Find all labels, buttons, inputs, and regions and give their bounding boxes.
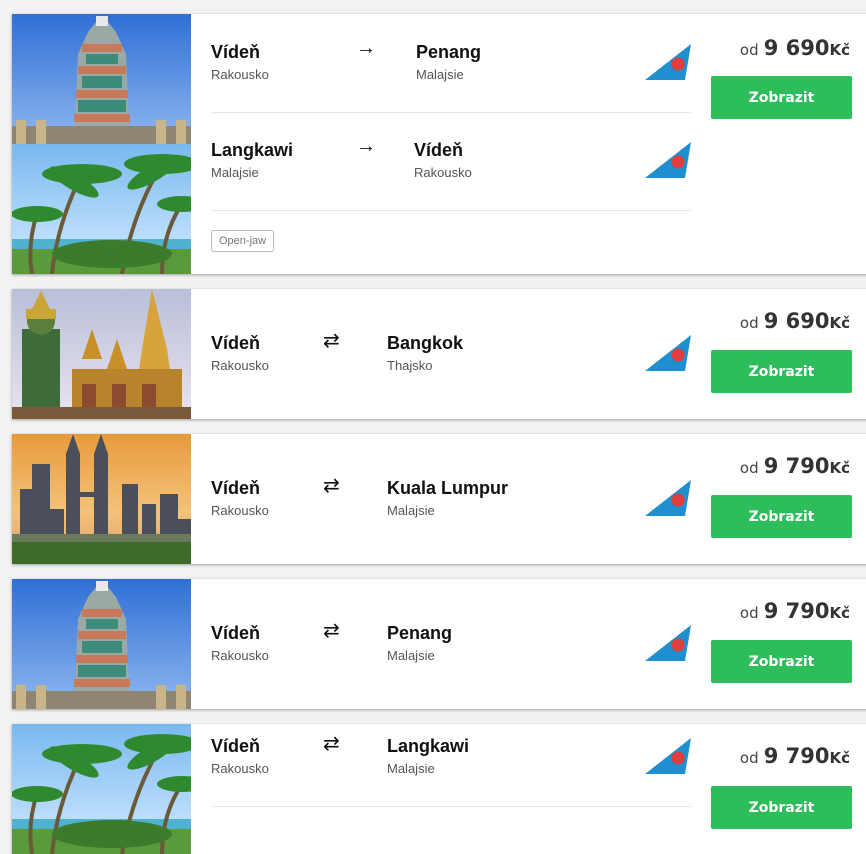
destination-city: Vídeň: [414, 140, 464, 160]
route-segment: Vídeň Rakousko ⇄ Kuala Lumpur Malajsie: [211, 450, 691, 548]
destination-city: Kuala Lumpur: [387, 478, 509, 498]
price-value: 9 690: [763, 309, 830, 333]
round-trip-icon: ⇄: [323, 330, 340, 352]
origin-country: Rakousko: [211, 761, 269, 776]
destination-country: Malajsie: [416, 67, 464, 82]
price-value: 9 690: [763, 36, 830, 60]
arrow-right-icon: →: [356, 37, 376, 59]
show-dates-button[interactable]: Zobrazit termíny: [711, 640, 852, 709]
destination-city: Bangkok: [387, 333, 464, 353]
origin-city: Vídeň: [211, 478, 261, 498]
destination-country: Malajsie: [387, 503, 435, 518]
price-currency: Kč: [829, 604, 850, 622]
flight-card[interactable]: Vídeň Rakousko ⇄ Bangkok Thajsko od 9 69…: [12, 289, 866, 419]
price: od 9 790Kč: [700, 454, 850, 478]
airline-logo-icon: [645, 738, 691, 779]
origin-country: Rakousko: [211, 67, 269, 82]
origin-country: Rakousko: [211, 358, 269, 373]
destination-country: Rakousko: [414, 165, 472, 180]
price-currency: Kč: [829, 314, 850, 332]
origin-country: Malajsie: [211, 165, 259, 180]
origin-city: Langkawi: [211, 140, 294, 160]
route-segment: Vídeň Rakousko → Penang Malajsie: [211, 14, 691, 113]
destination-city: Langkawi: [387, 736, 470, 756]
origin-city: Vídeň: [211, 42, 261, 62]
destination-country: Malajsie: [387, 761, 435, 776]
price-currency: Kč: [829, 41, 850, 59]
origin-city: Vídeň: [211, 623, 261, 643]
show-dates-button[interactable]: Zobrazit termíny: [711, 786, 852, 854]
destination-image: [12, 724, 191, 854]
price: od 9 690Kč: [700, 309, 850, 333]
origin-city: Vídeň: [211, 333, 261, 353]
price-prefix: od: [739, 749, 759, 767]
open-jaw-badge: Open-jaw: [211, 230, 275, 252]
price-prefix: od: [739, 314, 759, 332]
origin-country: Rakousko: [211, 648, 269, 663]
airline-logo-icon: [645, 480, 691, 521]
destination-country: Malajsie: [387, 648, 435, 663]
show-dates-button[interactable]: Zobrazit termíny: [711, 350, 852, 419]
destination-city: Penang: [416, 42, 482, 62]
price-currency: Kč: [829, 459, 850, 477]
price: od 9 690Kč: [700, 36, 850, 60]
price: od 9 790Kč: [700, 599, 850, 623]
route-segment: Vídeň Rakousko ⇄ Langkawi Malajsie: [211, 724, 691, 807]
price-prefix: od: [739, 41, 759, 59]
destination-image: [12, 14, 191, 274]
round-trip-icon: ⇄: [323, 475, 340, 497]
destination-country: Thajsko: [387, 358, 433, 373]
price-value: 9 790: [763, 744, 830, 768]
origin-country: Rakousko: [211, 503, 269, 518]
route-segment: Vídeň Rakousko ⇄ Bangkok Thajsko: [211, 305, 691, 403]
show-dates-button[interactable]: Zobrazit termíny: [711, 495, 852, 564]
airline-logo-icon: [645, 625, 691, 666]
price-value: 9 790: [763, 454, 830, 478]
price: od 9 790Kč: [700, 744, 850, 768]
destination-image: [12, 289, 191, 419]
round-trip-icon: ⇄: [323, 620, 340, 642]
airline-logo-icon: [645, 335, 691, 376]
destination-city: Penang: [387, 623, 453, 643]
destination-image: [12, 579, 191, 709]
arrow-right-icon: →: [356, 135, 376, 157]
destination-image: [12, 434, 191, 564]
flight-card[interactable]: Vídeň Rakousko ⇄ Penang Malajsie od 9 79…: [12, 579, 866, 709]
price-value: 9 790: [763, 599, 830, 623]
airline-logo-icon: [645, 44, 691, 85]
price-prefix: od: [739, 459, 759, 477]
show-dates-button[interactable]: Zobrazit termíny: [711, 76, 852, 149]
round-trip-icon: ⇄: [323, 733, 340, 755]
flight-card[interactable]: Vídeň Rakousko → Penang Malajsie Langkaw…: [12, 14, 866, 274]
route-segment: Vídeň Rakousko ⇄ Penang Malajsie: [211, 595, 691, 693]
route-segment: Langkawi Malajsie → Vídeň Rakousko: [211, 112, 691, 211]
flight-card[interactable]: Vídeň Rakousko ⇄ Kuala Lumpur Malajsie o…: [12, 434, 866, 564]
price-currency: Kč: [829, 749, 850, 767]
price-prefix: od: [739, 604, 759, 622]
airline-logo-icon: [645, 142, 691, 183]
origin-city: Vídeň: [211, 736, 261, 756]
flight-card[interactable]: Vídeň Rakousko ⇄ Langkawi Malajsie od 9 …: [12, 724, 866, 854]
